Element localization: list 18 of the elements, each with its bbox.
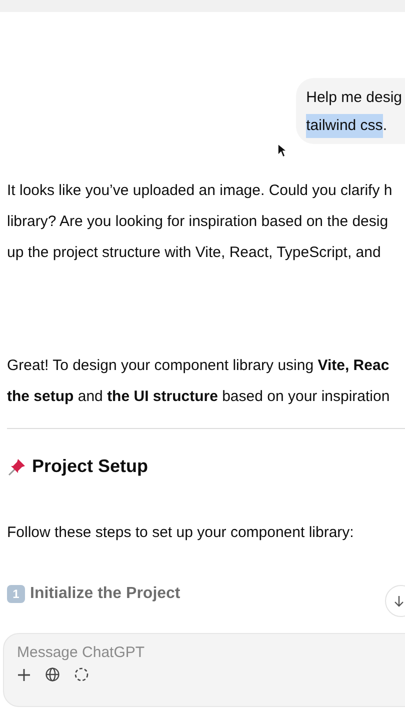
message-text: . — [382, 116, 387, 136]
reply-text: library? Are you looking for inspiration based on the desig — [7, 212, 388, 232]
mouse-pointer-icon — [277, 143, 287, 158]
pushpin-icon — [7, 456, 27, 476]
selected-text: tailwind css — [306, 114, 383, 138]
add-button[interactable] — [17, 668, 31, 682]
reply-text: the setup and the UI structure based on your inspiration — [7, 387, 390, 407]
arrow-down-icon — [394, 595, 404, 607]
section-heading: Project Setup — [32, 456, 148, 477]
reply-text: Follow these steps to set up your component library: — [7, 524, 354, 541]
step-heading: Initialize the Project — [30, 585, 180, 603]
message-text: Help me desig — [306, 88, 402, 108]
reply-text: Great! To design your component library using Vite, Reac — [7, 356, 390, 376]
message-input[interactable]: Message ChatGPT — [17, 644, 217, 661]
reply-text: up the project structure with Vite, React, TypeScript, and — [7, 243, 381, 263]
reply-text: It looks like you’ve uploaded an image. Could you clarify h — [7, 181, 392, 201]
globe-button[interactable] — [45, 667, 60, 682]
number-badge: 1 — [7, 585, 25, 603]
